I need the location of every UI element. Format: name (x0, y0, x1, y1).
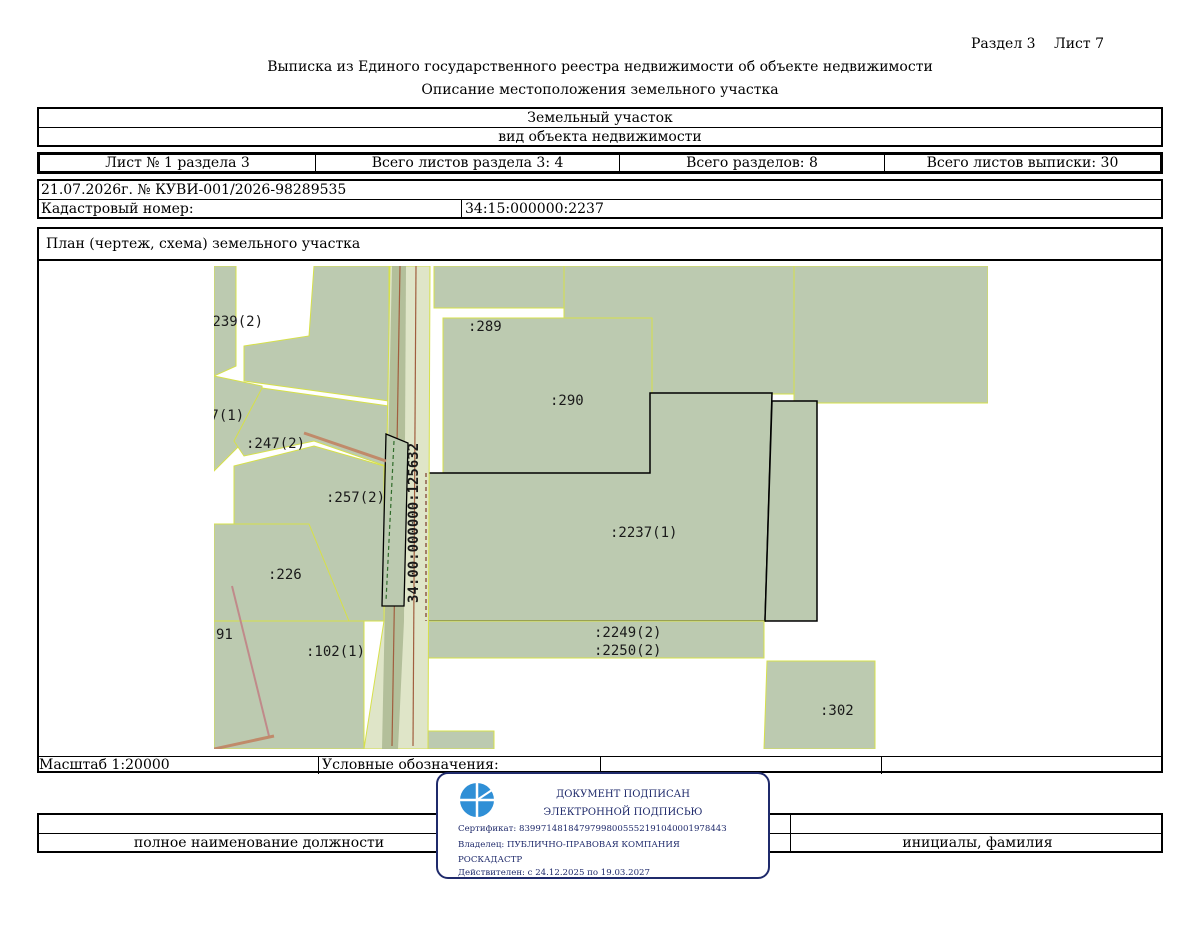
label-247: :247(2) (246, 436, 305, 452)
label-2237: :2237(1) (610, 525, 677, 541)
cadastral-number: 34:15:000000:2237 (465, 201, 604, 217)
cadastral-divider (461, 200, 462, 218)
document-subtitle: Описание местоположения земельного участ… (421, 82, 779, 98)
name-label: инициалы, фамилия (902, 835, 1053, 851)
electronic-signature-stamp: ДОКУМЕНТ ПОДПИСАН ЭЛЕКТРОННОЙ ПОДПИСЬЮ С… (436, 772, 770, 879)
position-label: полное наименование должности (133, 835, 385, 851)
map-svg: :239(2) :289 :290 :7(1) :247(2) :257(2) … (214, 266, 988, 749)
stamp-validity: Действителен: с 24.12.2025 по 19.03.2027 (458, 868, 650, 878)
section-number: Раздел 3 (971, 36, 1036, 52)
total-extract-sheets-cell: Всего листов выписки: 30 (883, 154, 1162, 172)
sheets-table: Лист № 1 раздела 3 Всего листов раздела … (38, 154, 1162, 172)
label-290: :290 (550, 393, 584, 409)
page-header-right: Раздел 3 Лист 7 (957, 36, 1104, 52)
legend-divider-3 (881, 757, 882, 774)
stamp-owner-2: РОСКАДАСТР (458, 855, 523, 865)
object-type-box: Земельный участок вид объекта недвижимос… (37, 107, 1163, 147)
label-2250: :2250(2) (594, 643, 661, 659)
label-239: :239(2) (214, 314, 263, 330)
stamp-line-1: ДОКУМЕНТ ПОДПИСАН (556, 789, 690, 800)
document-title: Выписка из Единого государственного реес… (267, 59, 933, 75)
record-date-number: 21.07.2026г. № КУВИ-001/2026-98289535 (39, 181, 1161, 200)
label-7-1: :7(1) (214, 408, 244, 424)
stamp-owner-1: Владелец: ПУБЛИЧНО-ПРАВОВАЯ КОМПАНИЯ (458, 840, 680, 850)
stamp-line-2: ЭЛЕКТРОННОЙ ПОДПИСЬЮ (543, 807, 703, 818)
parcel-2237-2 (764, 400, 818, 622)
cadastral-row: Кадастровый номер: 34:15:000000:2237 (39, 200, 1161, 218)
total-section-sheets-cell: Всего листов раздела 3: 4 (315, 154, 621, 172)
parcel-bottom (423, 730, 495, 749)
object-kind-label: вид объекта недвижимости (498, 129, 702, 145)
label-2249: :2249(2) (594, 625, 661, 641)
plan-title: План (чертеж, схема) земельного участка (39, 229, 1161, 261)
parcel-290 (442, 317, 653, 474)
label-226: :226 (268, 567, 302, 583)
label-91: 91 (216, 627, 233, 643)
label-302: :302 (820, 703, 854, 719)
object-name: Земельный участок (39, 109, 1161, 128)
cadastral-map: :239(2) :289 :290 :7(1) :247(2) :257(2) … (214, 266, 988, 749)
rosreestr-logo-icon (460, 783, 494, 817)
label-road: 34:00:000000:125632 (406, 443, 422, 603)
legend-divider-1 (318, 757, 319, 774)
label-257: :257(2) (326, 490, 385, 506)
sheet-number: Лист 7 (1054, 36, 1104, 52)
legend-label: Условные обозначения: (322, 757, 499, 773)
label-102: :102(1) (306, 644, 365, 660)
total-sections-cell: Всего разделов: 8 (619, 154, 885, 172)
stamp-certificate: Сертификат: 8399714818479799800555219104… (458, 824, 727, 834)
legend-row: Масштаб 1:20000 Условные обозначения: (39, 756, 1161, 774)
scale-label: Масштаб 1:20000 (39, 757, 170, 773)
cadastral-label: Кадастровый номер: (41, 201, 194, 217)
parcel-top-1 (433, 266, 565, 309)
parcel-top-3 (793, 266, 988, 404)
label-289: :289 (468, 319, 502, 335)
sheet-number-cell: Лист № 1 раздела 3 (38, 154, 317, 172)
sheets-info-row: Лист № 1 раздела 3 Всего листов раздела … (37, 152, 1163, 174)
record-info-box: 21.07.2026г. № КУВИ-001/2026-98289535 Ка… (37, 179, 1163, 219)
parcel-102 (214, 620, 365, 749)
